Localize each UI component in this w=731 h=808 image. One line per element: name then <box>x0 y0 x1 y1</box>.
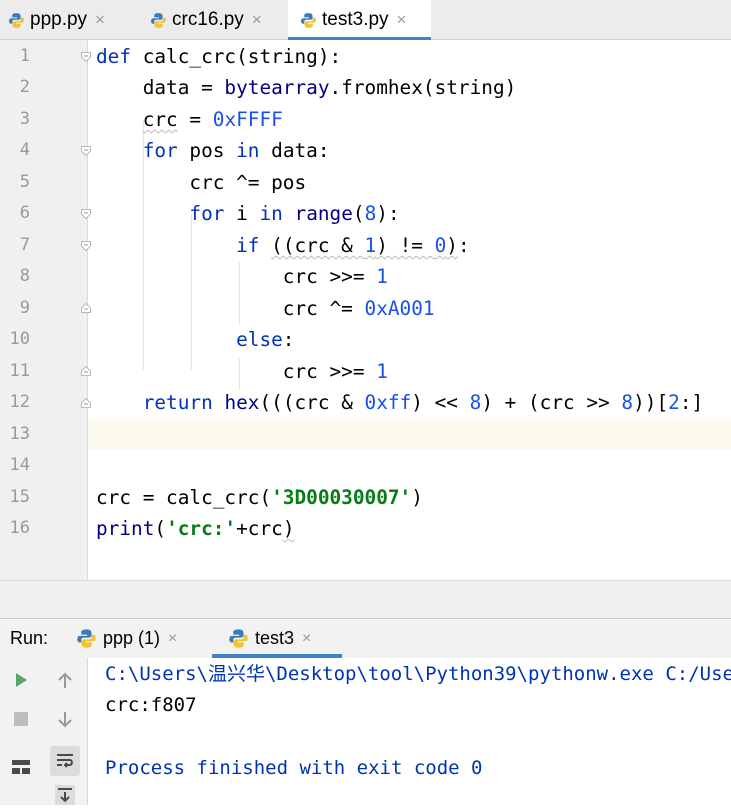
line-number: 4 <box>19 140 30 160</box>
down-arrow-icon[interactable] <box>52 706 78 732</box>
close-icon[interactable]: × <box>95 10 105 30</box>
fold-open-icon[interactable] <box>80 208 92 220</box>
run-tab-label: test3 <box>255 628 295 648</box>
horizontal-scrollbar[interactable] <box>0 580 731 618</box>
line-number: 1 <box>19 46 30 66</box>
code-line: crc >>= 1 <box>96 360 388 383</box>
scroll-to-end-icon[interactable] <box>52 782 78 808</box>
run-toolbar <box>0 658 88 805</box>
fold-end-icon[interactable] <box>80 365 92 377</box>
code-line: for i in range(8): <box>189 202 400 225</box>
python-file-icon <box>301 12 316 28</box>
line-number: 9 <box>19 298 30 318</box>
console-output-line: crc:f807 <box>105 694 197 716</box>
console-output[interactable]: C:\Users\温兴华\Desktop\tool\Python39\pytho… <box>88 658 731 805</box>
line-number: 7 <box>19 235 30 255</box>
tab-test3-py[interactable]: test3.py × <box>288 0 431 41</box>
editor-tab-bar: ppp.py × crc16.py × test3.py × <box>0 0 731 41</box>
close-icon[interactable]: × <box>302 630 311 648</box>
tab-crc16-py[interactable]: crc16.py × <box>150 0 262 40</box>
console-exit-line: Process finished with exit code 0 <box>105 757 483 779</box>
close-icon[interactable]: × <box>397 10 407 30</box>
fold-open-icon[interactable] <box>80 240 92 252</box>
line-number: 5 <box>19 172 30 192</box>
close-icon[interactable]: × <box>252 10 262 30</box>
line-number: 3 <box>19 109 30 129</box>
line-number: 10 <box>9 329 30 349</box>
run-label: Run: <box>10 628 49 648</box>
line-number: 11 <box>9 361 30 381</box>
stop-icon[interactable] <box>8 706 34 732</box>
console-command-line: C:\Users\温兴华\Desktop\tool\Python39\pytho… <box>105 663 731 685</box>
run-tab-ppp[interactable]: ppp (1) × <box>76 619 177 658</box>
run-tab-test3[interactable]: test3 × <box>212 619 342 658</box>
run-tab-label: ppp (1) <box>103 628 161 648</box>
current-line-highlight <box>88 419 731 450</box>
up-arrow-icon[interactable] <box>52 668 78 694</box>
tab-ppp-py[interactable]: ppp.py × <box>8 0 105 40</box>
fold-open-icon[interactable] <box>80 145 92 157</box>
code-line: print('crc:'+crc) <box>96 517 295 540</box>
line-number: 14 <box>9 455 30 475</box>
line-number: 6 <box>19 203 30 223</box>
code-line: crc = 0xFFFF <box>142 108 283 131</box>
code-line: crc >>= 1 <box>96 265 388 288</box>
line-number: 8 <box>19 266 30 286</box>
close-icon[interactable]: × <box>168 630 177 648</box>
line-number: 16 <box>9 518 30 538</box>
python-file-icon <box>151 12 166 28</box>
line-number: 12 <box>9 392 30 412</box>
layout-icon[interactable] <box>8 754 34 780</box>
code-line: crc ^= 0xA001 <box>96 297 435 320</box>
soft-wrap-icon[interactable] <box>50 746 80 776</box>
line-number: 15 <box>9 487 30 507</box>
tab-label: ppp.py <box>30 9 88 30</box>
tab-label: test3.py <box>322 9 389 30</box>
tab-label: crc16.py <box>172 9 244 30</box>
python-file-icon <box>9 12 24 28</box>
code-line: return hex(((crc & 0xff) << 8) + (crc >>… <box>142 391 704 414</box>
fold-end-icon[interactable] <box>80 397 92 409</box>
python-icon <box>77 629 96 648</box>
code-editor[interactable]: 1 2 3 4 5 6 7 8 9 10 11 12 13 14 15 16 d… <box>0 40 731 580</box>
python-icon <box>229 629 248 648</box>
line-number: 13 <box>9 424 30 444</box>
fold-end-icon[interactable] <box>80 302 92 314</box>
line-number: 2 <box>19 77 30 97</box>
run-icon[interactable] <box>8 667 34 693</box>
code-line: else: <box>236 328 295 351</box>
code-line: if ((crc & 1) != 0): <box>236 234 470 257</box>
run-panel-header: Run: ppp (1) × test3 × <box>0 618 731 658</box>
code-line: def calc_crc(string): <box>96 45 342 68</box>
code-line: crc ^= pos <box>96 171 307 194</box>
code-line: for pos in data: <box>142 139 330 162</box>
code-line: data = bytearray.fromhex(string) <box>96 76 517 99</box>
code-line: crc = calc_crc('3D00030007') <box>96 486 423 509</box>
fold-open-icon[interactable] <box>80 51 92 63</box>
